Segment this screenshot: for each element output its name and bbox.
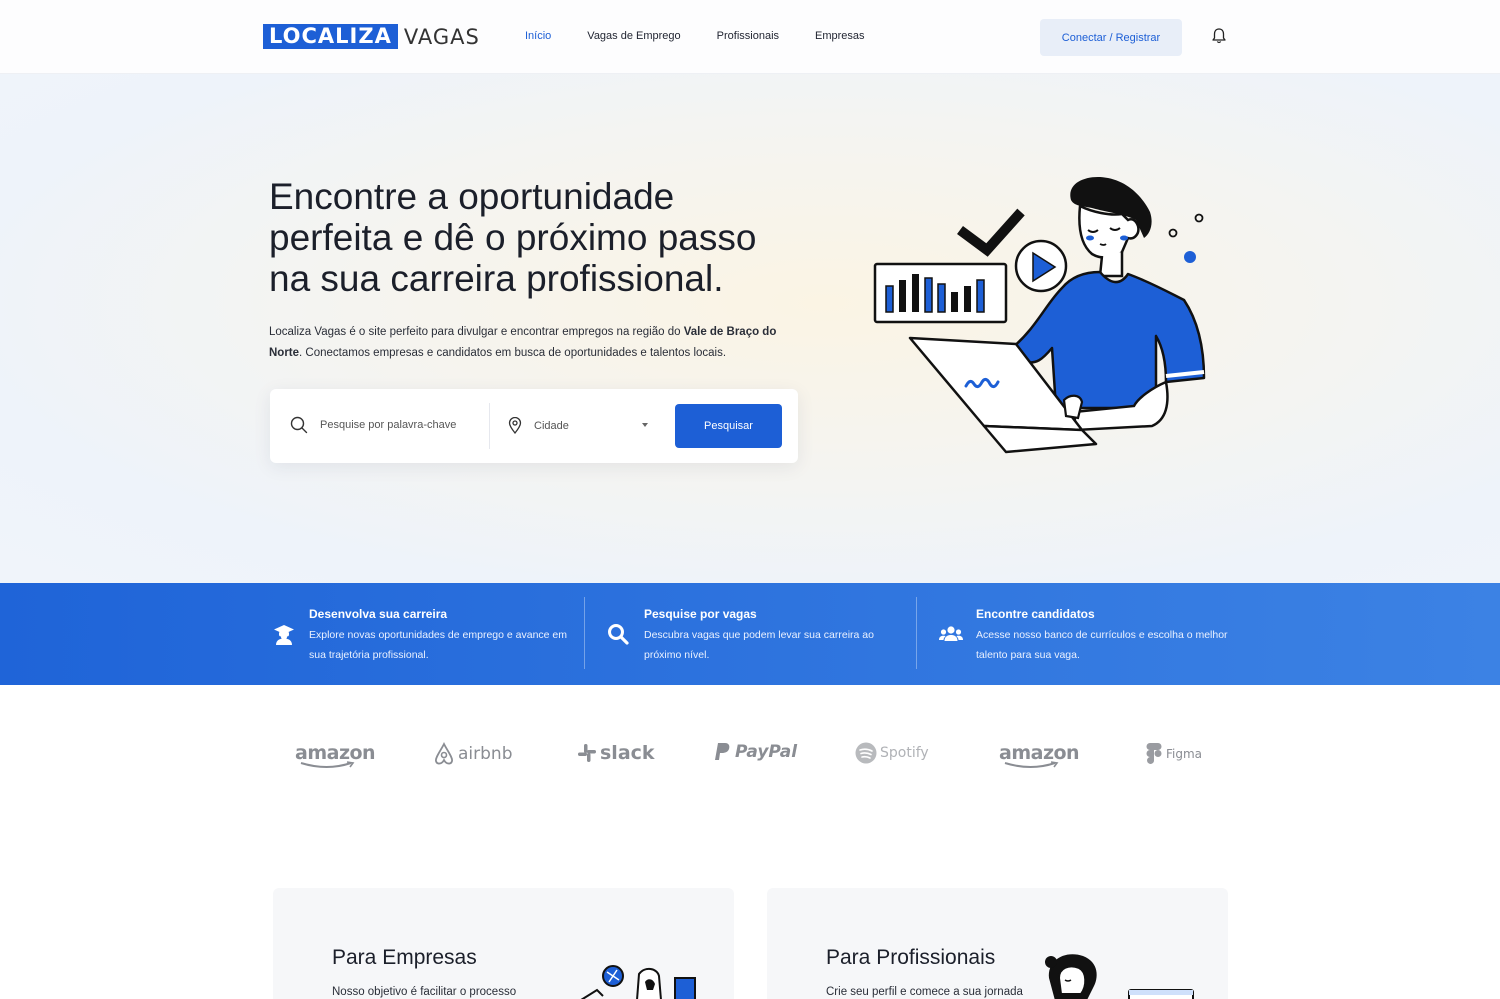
airbnb-icon	[435, 742, 453, 765]
slack-icon	[578, 744, 596, 762]
nav-link-vagas[interactable]: Vagas de Emprego	[587, 30, 680, 42]
brand-name: slack	[600, 742, 655, 764]
city-select[interactable]: Cidade	[508, 417, 648, 434]
logo-box-text: LOCALIZA	[263, 24, 398, 49]
keyword-search-placeholder: Pesquise por palavra-chave	[320, 419, 457, 431]
graduate-icon	[274, 625, 294, 645]
site-logo[interactable]: LOCALIZA VAGAS	[263, 24, 480, 49]
spotify-icon	[855, 742, 877, 764]
hero-desc-part1: Localiza Vagas é o site perfeito para di…	[269, 326, 684, 338]
search-icon	[608, 624, 629, 645]
professionals-illustration	[1045, 954, 1194, 999]
feature-divider	[584, 597, 585, 669]
partner-logos: amazon airbnb slack PayPal Spotify amazo…	[0, 730, 1500, 780]
chevron-down-icon	[642, 423, 648, 427]
card-text: Nosso objetivo é facilitar o processo	[332, 986, 517, 998]
feature-text: Descubra vagas que podem levar sua carre…	[644, 629, 874, 661]
card-title: Para Profissionais	[826, 946, 996, 969]
card-for-companies: Para Empresas Nosso objetivo é facilitar…	[273, 888, 734, 999]
brand-logo-paypal: PayPal	[714, 742, 797, 762]
card-for-professionals: Para Profissionais Crie seu perfil e com…	[767, 888, 1228, 999]
connect-register-button[interactable]: Conectar / Registrar	[1040, 19, 1182, 56]
users-icon	[939, 626, 963, 641]
keyword-search-field[interactable]: Pesquise por palavra-chave	[290, 416, 456, 434]
brand-logo-airbnb: airbnb	[433, 742, 513, 766]
hero-desc-part2: . Conectamos empresas e candidatos em bu…	[299, 347, 727, 359]
brand-name: PayPal	[735, 742, 798, 762]
brand-logo-amazon: amazon	[999, 742, 1080, 768]
amazon-smile-icon	[1004, 761, 1059, 768]
companies-illustration	[580, 965, 696, 999]
search-button[interactable]: Pesquisar	[675, 404, 782, 448]
top-navbar: LOCALIZA VAGAS Início Vagas de Emprego P…	[0, 0, 1500, 74]
feature-text: Explore novas oportunidades de emprego e…	[309, 629, 567, 661]
nav-link-profissionais[interactable]: Profissionais	[717, 30, 779, 42]
feature-title: Pesquise por vagas	[644, 607, 757, 621]
brand-logo-spotify: Spotify	[855, 742, 929, 764]
card-text: Crie seu perfil e comece a sua jornada	[826, 986, 1023, 998]
feature-text: Acesse nosso banco de currículos e escol…	[976, 629, 1228, 661]
main-nav: Início Vagas de Emprego Profissionais Em…	[525, 30, 901, 42]
feature-title: Desenvolva sua carreira	[309, 607, 448, 621]
location-pin-icon	[508, 417, 522, 434]
brand-logo-amazon: amazon	[295, 742, 376, 768]
brand-name: airbnb	[458, 744, 513, 764]
features-band: Desenvolva sua carreira Explore novas op…	[0, 583, 1500, 685]
search-divider	[489, 403, 490, 449]
search-box: Pesquise por palavra-chave Cidade Pesqui…	[270, 389, 798, 463]
hero-title: Encontre a oportunidade perfeita e dê o …	[269, 176, 757, 299]
feature-title: Encontre candidatos	[976, 607, 1095, 621]
amazon-smile-icon	[300, 761, 355, 768]
brand-name: Figma	[1166, 747, 1203, 761]
city-select-placeholder: Cidade	[534, 419, 569, 432]
brand-name: Spotify	[880, 745, 929, 761]
nav-link-inicio[interactable]: Início	[525, 30, 551, 42]
brand-logo-figma: Figma	[1146, 742, 1202, 766]
feature-divider	[916, 597, 917, 669]
hero-description: Localiza Vagas é o site perfeito para di…	[269, 322, 789, 364]
figma-icon	[1146, 743, 1162, 764]
nav-link-empresas[interactable]: Empresas	[815, 30, 865, 42]
paypal-icon	[715, 743, 730, 760]
bell-icon[interactable]	[1211, 27, 1227, 45]
card-title: Para Empresas	[332, 946, 477, 969]
magnifier-icon	[290, 416, 308, 434]
logo-rest-text: VAGAS	[403, 24, 480, 49]
hero-illustration	[873, 176, 1206, 454]
brand-logo-slack: slack	[577, 742, 655, 764]
